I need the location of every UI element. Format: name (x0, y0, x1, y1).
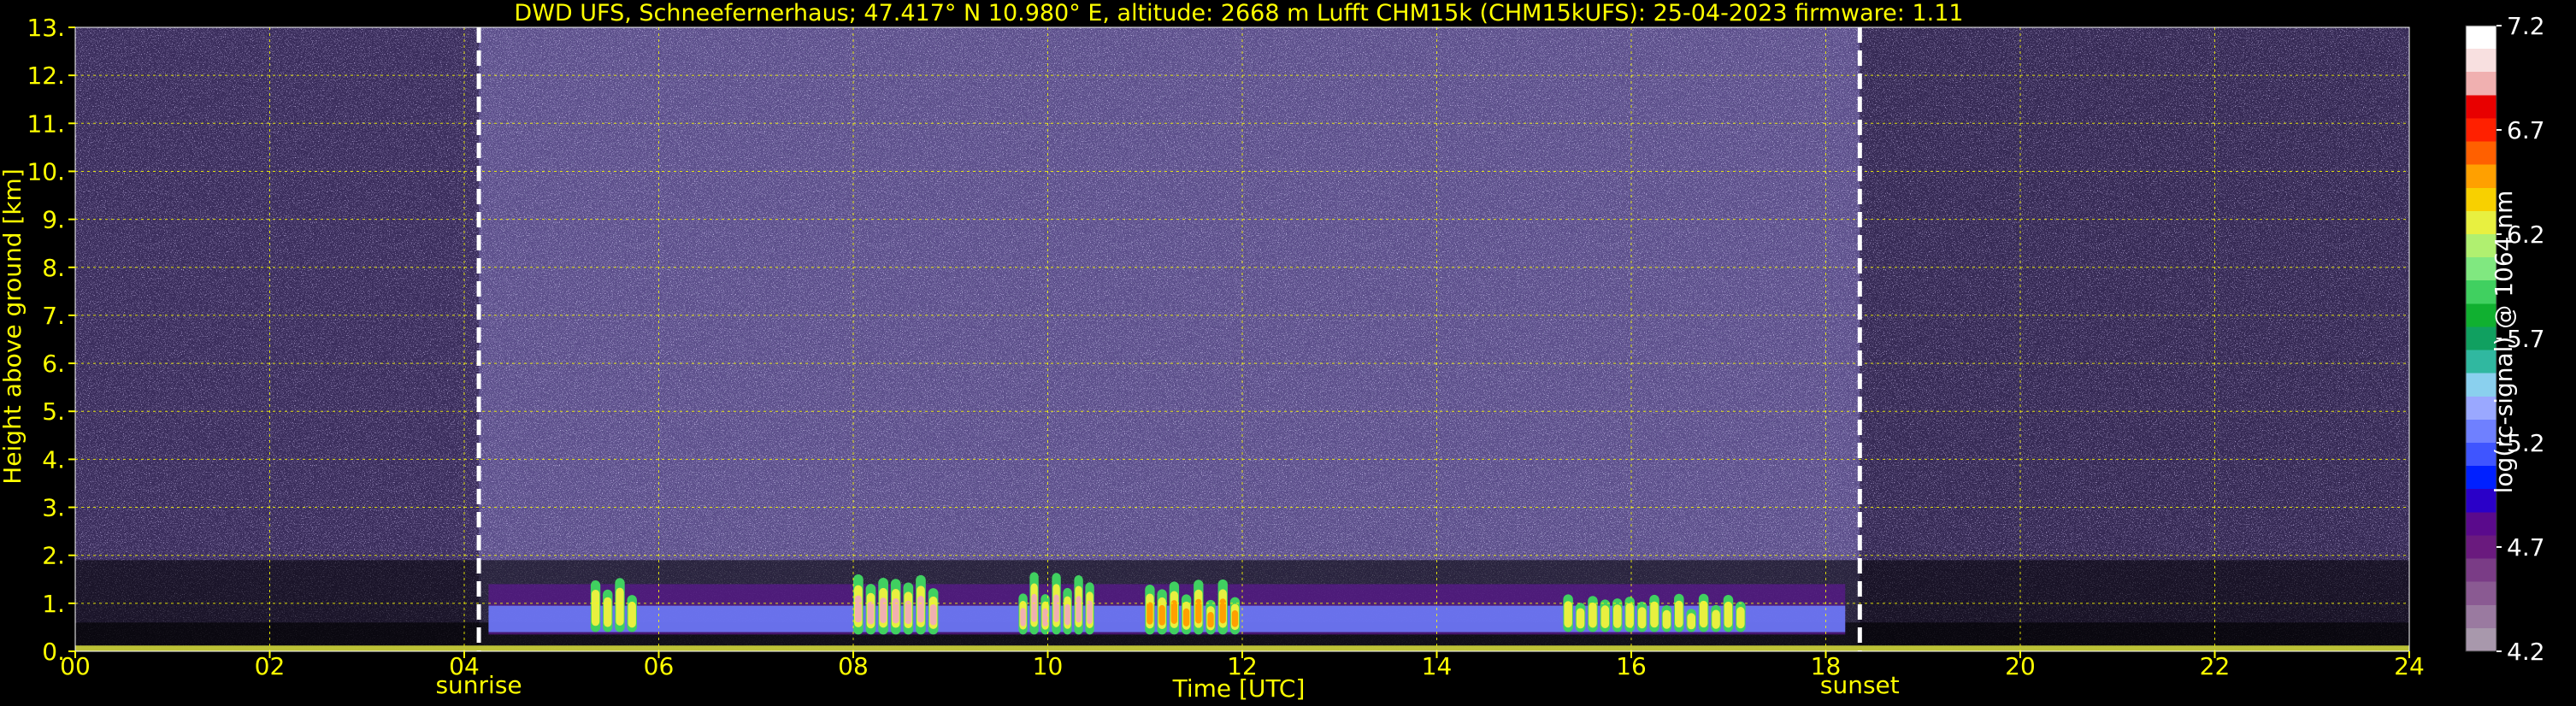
plume-mid (1662, 609, 1671, 629)
x-tick-label: 02 (255, 652, 286, 680)
noise-grain-night-evening (1860, 27, 2409, 651)
plume-core (1147, 602, 1153, 625)
plume-mid (1613, 604, 1622, 628)
y-tick-label: 0. (42, 638, 65, 666)
y-axis: 0. 1. 2. 3. 4. 5. 6. 7. 8. 9. 10. 11. 12. 13. (27, 14, 75, 666)
y-tick-label: 11. (27, 109, 65, 138)
plume-mid (616, 587, 624, 626)
plume-core (1053, 594, 1059, 622)
plume-core (1195, 598, 1202, 624)
ceilometer-figure: sunrise sunset00 02 04 06 08 10 12 14 16 18 20 22 24 … (0, 0, 2545, 703)
plume-core (1182, 608, 1190, 627)
y-tick-label: 5. (42, 397, 65, 426)
noise-grain-night-morning (75, 27, 480, 651)
chart-title: DWD UFS, Schneefernerhaus; 47.417° N 10.… (514, 0, 1963, 26)
plume-mid (1589, 602, 1597, 628)
colorbar-label: log(rc-signal) @ 1064 nm (2490, 191, 2518, 494)
plume-mid (1576, 608, 1585, 629)
plume-mid (1687, 613, 1695, 630)
x-tick-label: 22 (2200, 652, 2231, 680)
plume-mid (1600, 605, 1610, 628)
plume-core (1158, 604, 1165, 626)
plume-core (1231, 609, 1239, 627)
x-tick-label: 18 (1811, 652, 1842, 680)
colorbar-tick-label: 7.2 (2507, 12, 2545, 40)
x-tick-label: 24 (2394, 652, 2425, 680)
plume-core (1219, 598, 1226, 624)
plume-core (1207, 612, 1214, 628)
y-tick-label: 8. (42, 254, 65, 282)
plume-mid (604, 597, 612, 627)
plume-mid (1736, 607, 1745, 629)
colorbar-tick-label: 6.7 (2507, 116, 2545, 144)
y-axis-label: Height above ground [km] (0, 168, 27, 485)
x-axis-label: Time [UTC] (1172, 674, 1306, 703)
plume-core (892, 598, 899, 624)
y-tick-label: 10. (27, 157, 65, 185)
y-tick-label: 9. (42, 206, 65, 234)
plume-core (1076, 596, 1082, 623)
x-tick-label: 08 (838, 652, 869, 680)
plume-core (917, 596, 924, 623)
plume-mid (1724, 601, 1733, 628)
y-tick-label: 6. (42, 350, 65, 378)
plume-mid (591, 589, 600, 627)
plume-mid (628, 601, 636, 628)
plume-core (1064, 603, 1070, 626)
x-tick-label: 20 (2005, 652, 2036, 680)
x-tick-label: 04 (449, 652, 480, 680)
y-tick-label: 4. (42, 445, 65, 474)
plume-core (1031, 593, 1037, 622)
plume-mid (1675, 600, 1683, 628)
plume-core (855, 595, 862, 623)
colorbar-tick-label: 4.2 (2507, 638, 2545, 666)
colorbar: 4.24.75.25.76.26.77.2 log(rc-signal) @ 1… (2465, 12, 2545, 666)
plume-mid (1699, 600, 1708, 628)
y-tick-label: 12. (27, 62, 65, 90)
plume-core (1020, 608, 1026, 627)
y-tick-label: 1. (42, 590, 65, 618)
plume-core (1087, 600, 1093, 625)
plume-core (1042, 608, 1048, 627)
plume-mid (1637, 607, 1647, 629)
x-tick-label: 14 (1422, 652, 1453, 680)
plume-core (929, 604, 937, 626)
x-tick-label: 06 (644, 652, 675, 680)
y-tick-label: 3. (42, 494, 65, 522)
plume-core (905, 600, 912, 625)
noise-grain-day-teal (479, 27, 1860, 651)
y-tick-label: 2. (42, 542, 65, 570)
x-tick-label: 10 (1033, 652, 1064, 680)
plume-core (867, 601, 875, 625)
plume-core (880, 597, 887, 624)
plume-mid (1564, 601, 1572, 628)
plot-area (74, 26, 2410, 652)
plume-mid (1625, 603, 1634, 628)
plume-mid (1712, 609, 1720, 629)
x-tick-label: 16 (1616, 652, 1647, 680)
colorbar-tick-label: 4.7 (2507, 533, 2545, 562)
y-tick-label: 13. (27, 14, 65, 42)
y-tick-label: 7. (42, 302, 65, 330)
plume-mid (1650, 601, 1659, 628)
